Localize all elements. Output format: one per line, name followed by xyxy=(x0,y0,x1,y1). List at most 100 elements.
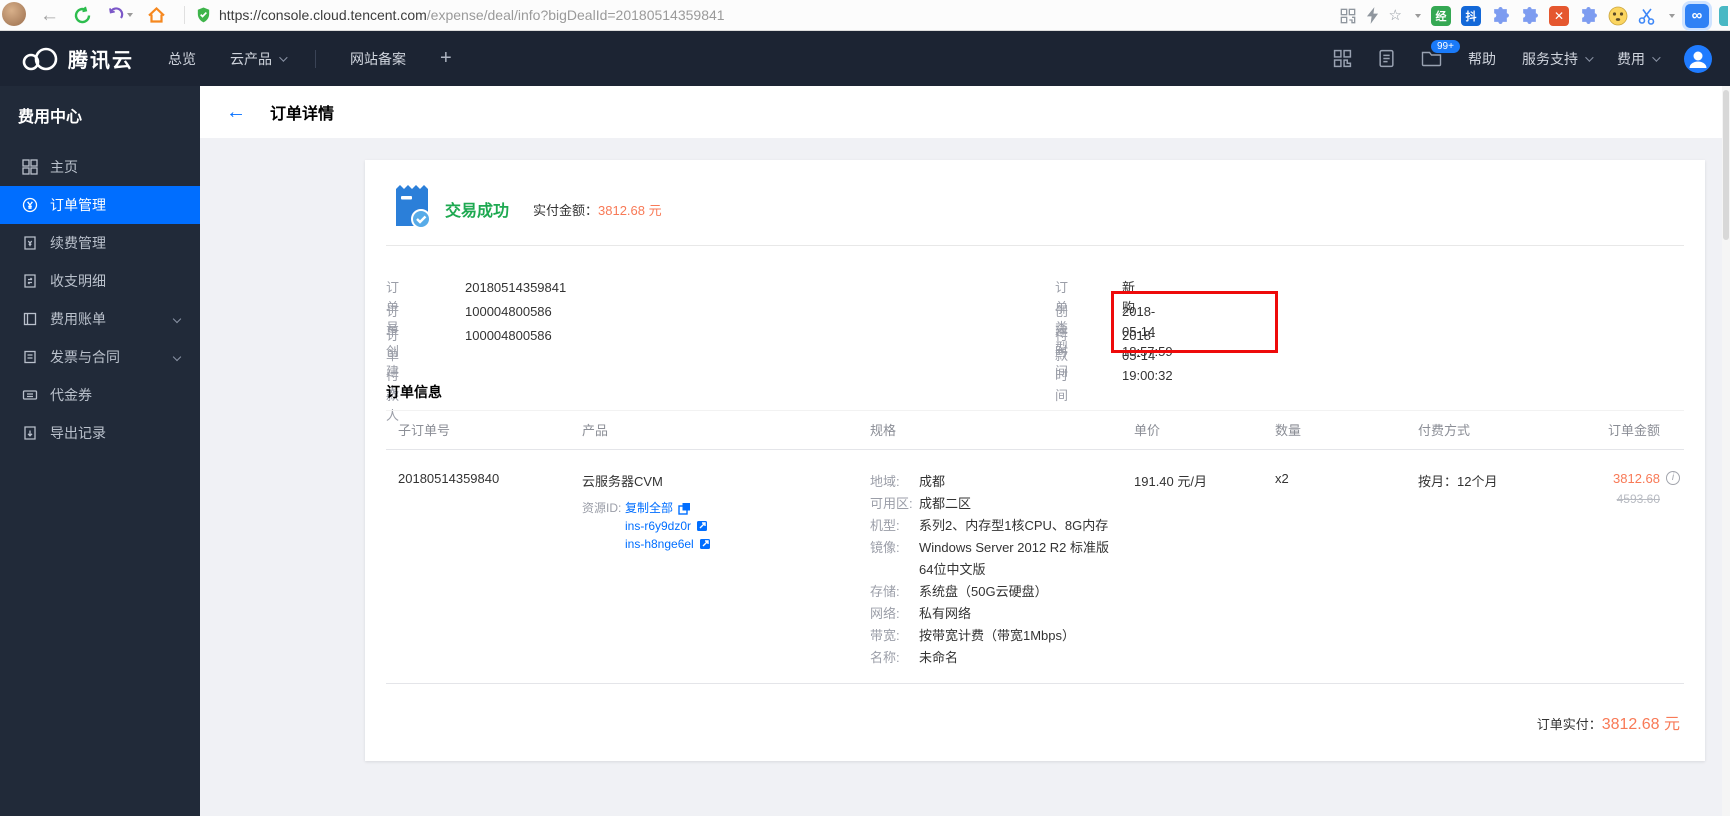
spec-row: 可用区: 成都二区 xyxy=(870,493,1109,515)
copy-icon xyxy=(678,502,691,515)
lightning-icon[interactable] xyxy=(1366,7,1379,24)
paid-amount-value: 3812.68 元 xyxy=(598,203,662,218)
nav-item-label: 服务支持 xyxy=(1522,49,1578,69)
sidebar: 费用中心 主页 订单管理 续费管理 收支明细 xyxy=(0,86,200,816)
browser-refresh-button[interactable] xyxy=(73,6,92,25)
sidebar-item-order-management[interactable]: 订单管理 xyxy=(0,186,200,224)
message-icon[interactable]: 99+ xyxy=(1421,50,1442,67)
security-shield-icon xyxy=(195,6,212,24)
col-header-pay-mode: 付费方式 xyxy=(1418,411,1470,451)
nav-add-tab-button[interactable]: + xyxy=(440,47,452,70)
extension-icon-2[interactable]: 抖 xyxy=(1461,6,1481,26)
tencent-cloud-logo[interactable]: 腾讯云 xyxy=(20,44,134,73)
col-header-unit-price: 单价 xyxy=(1134,411,1160,451)
original-amount: 4593.60 xyxy=(1613,492,1660,506)
puzzle-extension-icon-1[interactable] xyxy=(1491,6,1510,25)
nav-item-label: 云产品 xyxy=(230,49,272,69)
scrollbar-thumb[interactable] xyxy=(1723,90,1729,240)
order-detail-card: 交易成功 实付金额：3812.68 元 订单号 20180514359841 订… xyxy=(365,160,1705,761)
sidebar-item-bills[interactable]: 费用账单 xyxy=(0,300,200,338)
puzzle-extension-icon-2[interactable] xyxy=(1520,6,1539,25)
browser-profile-avatar[interactable] xyxy=(2,2,26,26)
quantity-cell: x2 xyxy=(1275,471,1289,486)
sidebar-item-label: 主页 xyxy=(50,157,78,177)
toolbar-dropdown-caret[interactable] xyxy=(1415,14,1421,18)
url-path: /expense/deal/info?bigDealId=20180514359… xyxy=(427,7,725,23)
sidebar-item-vouchers[interactable]: 代金券 xyxy=(0,376,200,414)
browser-toolbar: ← xyxy=(0,0,1730,31)
order-items-table: 子订单号 产品 规格 单价 数量 付费方式 订单金额 2018051435984… xyxy=(386,410,1684,684)
order-id-value: 20180514359841 xyxy=(465,278,566,298)
extension-dropdown-caret[interactable] xyxy=(1669,14,1675,18)
nav-item-cloud-products[interactable]: 云产品 xyxy=(230,49,285,69)
pay-mode-cell: 按月：12个月 xyxy=(1418,471,1497,490)
info-icon[interactable]: i xyxy=(1666,471,1680,485)
tools-extension-icon[interactable]: ✕ xyxy=(1549,6,1569,26)
paid-amount-label: 实付金额： xyxy=(533,203,598,218)
sidebar-item-home[interactable]: 主页 xyxy=(0,148,200,186)
nav-item-support[interactable]: 服务支持 xyxy=(1522,49,1591,69)
spec-row: 机型: 系列2、内存型1核CPU、8G内存 xyxy=(870,515,1109,537)
spec-value: 按带宽计费（带宽1Mbps） xyxy=(919,625,1075,647)
resource-id-block: 资源ID: 复制全部 ins-r6y xyxy=(582,499,711,553)
puzzle-extension-icon-3[interactable] xyxy=(1579,6,1598,25)
nav-item-help[interactable]: 帮助 xyxy=(1468,49,1496,69)
paid-amount-line: 实付金额：3812.68 元 xyxy=(533,200,662,219)
sidebar-item-invoices-contracts[interactable]: 发票与合同 xyxy=(0,338,200,376)
col-header-spec: 规格 xyxy=(870,411,896,451)
spec-label: 可用区: xyxy=(870,493,919,515)
nav-divider xyxy=(315,50,316,68)
browser-back-button[interactable]: ← xyxy=(40,6,59,25)
nav-item-icp-filing[interactable]: 网站备案 xyxy=(350,49,406,69)
copy-all-label: 复制全部 xyxy=(625,499,673,517)
browser-undo-button[interactable] xyxy=(106,7,133,24)
message-count-badge: 99+ xyxy=(1431,40,1460,53)
browser-home-button[interactable] xyxy=(147,6,166,24)
resource-link[interactable]: ins-h8nge6el xyxy=(625,535,711,553)
scrollbar[interactable] xyxy=(1722,86,1730,816)
product-cell: 云服务器CVM 资源ID: 复制全部 xyxy=(582,471,711,553)
resource-id: ins-h8nge6el xyxy=(625,535,694,553)
emoji-extension-icon[interactable] xyxy=(1608,6,1628,26)
scissors-extension-icon[interactable] xyxy=(1638,7,1656,25)
spec-value: 私有网络 xyxy=(919,603,971,625)
page-title: 订单详情 xyxy=(270,100,334,124)
nav-item-billing[interactable]: 费用 xyxy=(1617,49,1658,69)
sidebar-item-label: 费用账单 xyxy=(50,309,106,329)
cloud-logo-icon xyxy=(20,46,60,72)
renewal-doc-icon xyxy=(22,235,38,251)
document-icon[interactable] xyxy=(1378,49,1395,68)
bill-icon xyxy=(22,311,38,327)
spec-label: 机型: xyxy=(870,515,919,537)
back-button[interactable]: ← xyxy=(226,102,246,122)
external-link-icon xyxy=(699,538,711,550)
address-bar[interactable]: https://console.cloud.tencent.com/expens… xyxy=(195,6,725,24)
copy-all-link[interactable]: 复制全部 xyxy=(625,499,711,517)
partial-extension-icon[interactable] xyxy=(1719,6,1728,26)
sidebar-title: 费用中心 xyxy=(0,86,200,148)
suborder-id-cell: 20180514359840 xyxy=(398,471,499,486)
bookmark-star-icon[interactable]: ☆ xyxy=(1389,8,1402,23)
spec-value: Windows Server 2012 R2 标准版 xyxy=(919,537,1109,559)
qr-grid-icon[interactable] xyxy=(1340,8,1356,24)
extension-icon-1[interactable]: 经 xyxy=(1431,6,1451,26)
user-avatar[interactable] xyxy=(1684,45,1712,73)
resource-link[interactable]: ins-r6y9dz0r xyxy=(625,517,711,535)
section-title: 订单信息 xyxy=(386,382,442,402)
qr-scan-icon[interactable] xyxy=(1333,49,1352,68)
tencent-cloud-extension-icon[interactable]: ∞ xyxy=(1685,4,1709,28)
table-header-row: 子订单号 产品 规格 单价 数量 付费方式 订单金额 xyxy=(386,410,1684,450)
sidebar-item-export-records[interactable]: 导出记录 xyxy=(0,414,200,452)
undo-dropdown-caret[interactable] xyxy=(127,13,133,17)
order-total-label: 订单实付： xyxy=(1537,714,1602,733)
nav-item-overview[interactable]: 总览 xyxy=(168,49,196,69)
spec-value: 64位中文版 xyxy=(919,559,1109,581)
sidebar-item-renewal-management[interactable]: 续费管理 xyxy=(0,224,200,262)
spec-value: 未命名 xyxy=(919,647,958,669)
field-label: 付款时间 xyxy=(1055,326,1068,406)
spec-row: 带宽: 按带宽计费（带宽1Mbps） xyxy=(870,625,1109,647)
sidebar-item-transaction-details[interactable]: 收支明细 xyxy=(0,262,200,300)
sidebar-item-label: 发票与合同 xyxy=(50,347,120,367)
spec-label: 带宽: xyxy=(870,625,919,647)
order-amount: 3812.68 xyxy=(1613,471,1660,486)
